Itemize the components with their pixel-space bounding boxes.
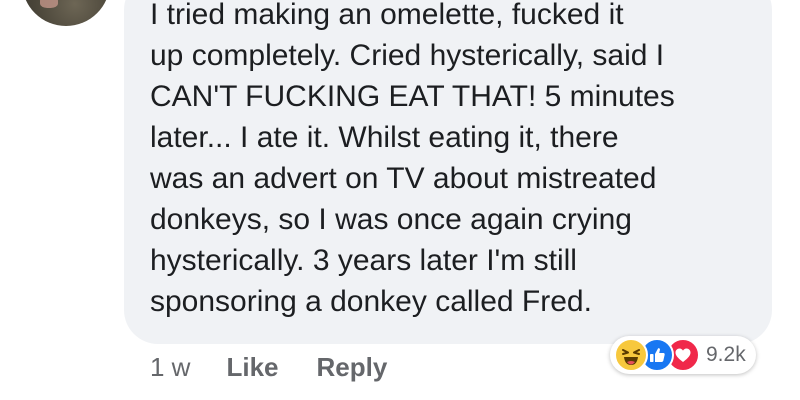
reply-button[interactable]: Reply — [317, 352, 388, 383]
comment-line: sponsoring a donkey called Fred. — [150, 285, 592, 318]
comment-line: hysterically. 3 years later I'm still — [150, 244, 577, 277]
avatar[interactable] — [22, 0, 110, 26]
reactions-summary[interactable]: 9.2k — [610, 336, 756, 374]
like-button[interactable]: Like — [226, 352, 278, 383]
comment-line: I tried making an omelette, fucked it — [150, 0, 624, 31]
comment-actions: 1 w Like Reply — [150, 352, 425, 383]
timestamp[interactable]: 1 w — [150, 352, 190, 383]
reaction-count: 9.2k — [706, 343, 746, 366]
comment-line: later... I ate it. Whilst eating it, the… — [150, 121, 619, 154]
haha-icon — [614, 338, 648, 372]
comment-line: donkeys, so I was once again crying — [150, 203, 632, 236]
comment-line: CAN'T FUCKING EAT THAT! 5 minutes — [150, 80, 675, 113]
comment-text: I tried making an omelette, fucked it up… — [150, 0, 762, 322]
comment-line: up completely. Cried hysterically, said … — [150, 39, 665, 72]
comment-line: was an advert on TV about mistreated — [150, 162, 657, 195]
